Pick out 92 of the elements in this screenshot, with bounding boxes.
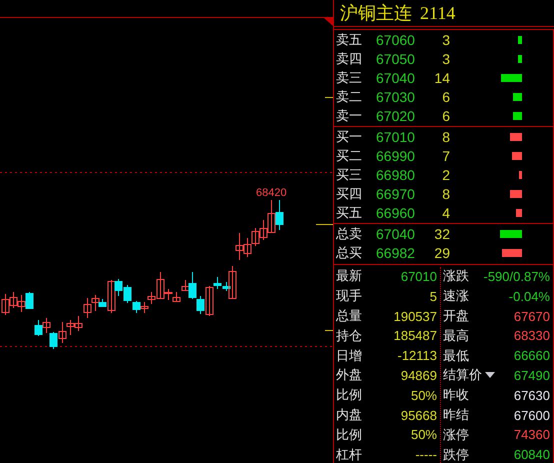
volume-value: 8 [441, 129, 450, 146]
price-value: 67040 [376, 70, 416, 86]
volume-bar [518, 36, 522, 44]
stat-value: 66660 [514, 348, 550, 364]
stat-label: 涨停 [443, 426, 469, 444]
volume-value: 6 [441, 88, 450, 105]
stat-value: 67670 [514, 308, 550, 324]
volume-bar [502, 249, 522, 258]
order-level-label: 卖一 [335, 106, 363, 125]
volume-bar [513, 112, 522, 120]
order-level-label: 总买 [335, 244, 363, 262]
price-value: 66990 [376, 148, 416, 164]
order-level-label: 卖四 [335, 50, 363, 68]
stat-value: -12113 [397, 348, 437, 364]
volume-bar [519, 170, 522, 179]
price-value: 66960 [376, 204, 416, 221]
stat-label: 跌停 [443, 446, 469, 463]
volume-value: 8 [441, 186, 450, 202]
dropdown-caret-icon[interactable] [485, 372, 495, 378]
stat-label: 最低 [443, 346, 469, 365]
stat-label: 开盘 [443, 307, 469, 326]
volume-bar [516, 208, 522, 217]
stat-value: 67630 [514, 388, 550, 403]
volume-bar [510, 133, 522, 142]
volume-value: 4 [441, 204, 450, 221]
volume-value: 29 [433, 245, 450, 262]
volume-bar [500, 230, 522, 238]
price-value: 67010 [376, 129, 416, 146]
stat-value: 67490 [514, 368, 550, 383]
stat-value: 67600 [514, 408, 550, 423]
volume-bar [510, 190, 522, 198]
stat-label: 最高 [443, 326, 469, 345]
stat-value: 185487 [394, 328, 437, 344]
order-level-label: 买二 [335, 147, 363, 166]
stat-label: 内盘 [336, 406, 362, 424]
stat-label: 持仓 [336, 326, 362, 345]
volume-value: 14 [433, 70, 450, 86]
volume-bar [513, 92, 522, 101]
volume-bar [501, 74, 522, 82]
stat-value: 95668 [400, 408, 437, 423]
stat-value: 94869 [400, 368, 437, 383]
order-level-label: 买一 [335, 128, 363, 146]
stat-label: 昨收 [443, 386, 469, 404]
instrument-code: 2114 [420, 2, 456, 24]
volume-value: 7 [441, 148, 450, 164]
volume-bar [512, 152, 522, 160]
stat-value: 74360 [514, 427, 550, 442]
volume-value: 3 [441, 51, 450, 68]
volume-value: 2 [441, 166, 450, 183]
price-value: 66980 [376, 166, 416, 183]
stat-value: ----- [415, 447, 437, 462]
price-value: 67050 [376, 51, 416, 68]
stat-label: 涨跌 [443, 267, 469, 286]
volume-bar [518, 55, 522, 64]
volume-value: 32 [433, 226, 450, 242]
volume-value: 3 [441, 32, 450, 48]
order-level-label: 总卖 [335, 225, 363, 244]
price-value: 67060 [376, 32, 416, 48]
order-level-label: 买四 [335, 184, 363, 203]
order-level-label: 买三 [335, 166, 363, 184]
price-value: 67020 [376, 108, 416, 124]
stat-label: 外盘 [336, 366, 362, 384]
stat-label: 最新 [336, 267, 362, 286]
stat-label: 总量 [336, 307, 362, 326]
price-value: 66982 [376, 245, 416, 262]
stat-value: -590/0.87% [484, 268, 550, 284]
stat-label: 杠杆 [336, 446, 362, 463]
volume-value: 6 [441, 108, 450, 124]
high-price-label: 68420 [256, 187, 287, 199]
stat-label: 昨结 [443, 406, 469, 424]
stat-value: 50% [410, 388, 437, 403]
stat-value: 50% [410, 427, 437, 442]
price-value: 67030 [376, 88, 416, 105]
order-level-label: 卖二 [335, 88, 363, 106]
price-value: 66970 [376, 186, 416, 202]
stat-label: 速涨 [443, 287, 469, 306]
stat-label: 比例 [336, 426, 362, 444]
price-value: 67040 [376, 226, 416, 242]
stat-value: 190537 [394, 308, 437, 324]
stat-label: 比例 [336, 386, 362, 404]
order-level-label: 卖三 [335, 68, 363, 87]
instrument-name: 沪铜主连 [340, 2, 412, 25]
stat-label: 结算价 [443, 366, 482, 384]
order-level-label: 卖五 [335, 31, 363, 50]
stat-value: 5 [430, 288, 437, 304]
stat-value: 60840 [514, 447, 550, 462]
stat-value: -0.04% [508, 288, 550, 304]
stat-value: 67010 [400, 268, 437, 284]
stat-value: 68330 [514, 328, 550, 344]
order-level-label: 买五 [335, 204, 363, 222]
stat-label: 现手 [336, 287, 362, 306]
stat-label: 日增 [336, 346, 362, 365]
